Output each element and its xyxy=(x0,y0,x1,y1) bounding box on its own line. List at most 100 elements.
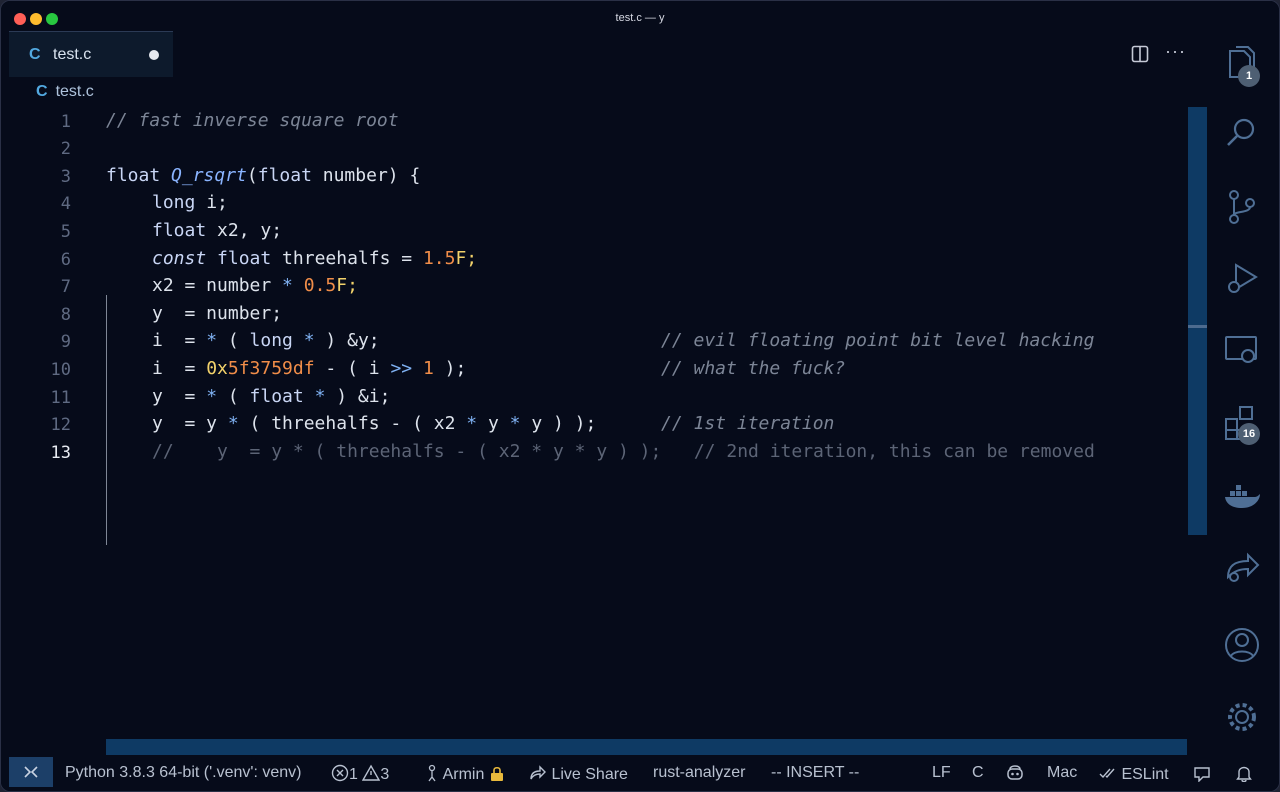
horizontal-scrollbar[interactable] xyxy=(106,739,1187,755)
code-line[interactable]: 4 long i; xyxy=(1,191,1187,218)
code-operator: * xyxy=(206,386,218,407)
code-number: 1.5 xyxy=(422,248,456,269)
end-of-line[interactable]: LF xyxy=(932,764,951,782)
docker-item[interactable] xyxy=(1222,477,1262,517)
title-bar: test.c — y xyxy=(1,1,1279,31)
code-number: 0.5 xyxy=(303,275,337,296)
code-keyword: float xyxy=(257,165,312,186)
docker-icon xyxy=(1225,485,1260,508)
settings-item[interactable] xyxy=(1222,697,1262,737)
code-line[interactable]: 12 y = y * ( threehalfs - ( x2 * y * y )… xyxy=(1,412,1187,439)
code-operator: * xyxy=(314,386,326,407)
line-number: 3 xyxy=(60,167,71,187)
code-keyword: long xyxy=(249,330,293,351)
code-keyword: const xyxy=(152,248,207,269)
code-line[interactable]: 9 i = * ( long * ) &y; // evil floating … xyxy=(1,329,1187,356)
run-debug-icon xyxy=(1228,263,1258,293)
code-line[interactable]: 7 x2 = number * 0.5F; xyxy=(1,274,1187,301)
bell-icon xyxy=(1236,766,1252,783)
line-number: 1 xyxy=(60,112,71,132)
warning-icon xyxy=(362,764,381,781)
remote-indicator-button[interactable] xyxy=(9,757,53,787)
more-actions-icon[interactable]: ··· xyxy=(1165,41,1186,62)
code-line[interactable]: 1 // fast inverse square root xyxy=(1,109,1187,136)
code-line[interactable]: 10 i = 0x5f3759df - ( i >> 1 ); // what … xyxy=(1,357,1187,384)
live-share-icon xyxy=(1226,552,1260,582)
code-operator: * xyxy=(227,413,239,434)
user-indicator[interactable]: Armin xyxy=(425,764,505,784)
live-share-button[interactable]: Live Share xyxy=(529,764,628,784)
code-line[interactable]: 2 xyxy=(1,136,1187,163)
code-line[interactable]: 3 float Q_rsqrt(float number) { xyxy=(1,164,1187,191)
notifications-button[interactable] xyxy=(1235,764,1253,784)
line-number: 8 xyxy=(60,305,71,325)
breadcrumb[interactable]: Ctest.c xyxy=(36,83,94,105)
vertical-scrollbar[interactable] xyxy=(1188,107,1207,535)
account-icon xyxy=(1225,628,1259,662)
eslint-status[interactable]: ESLint xyxy=(1099,764,1169,784)
code-line[interactable]: 11 y = * ( float * ) &i; xyxy=(1,385,1187,412)
breadcrumb-file[interactable]: test.c xyxy=(56,83,94,100)
c-file-icon: C xyxy=(29,46,41,63)
error-icon xyxy=(331,764,349,782)
code-keyword: float xyxy=(249,386,304,407)
code-line[interactable]: 6 const float threehalfs = 1.5F; xyxy=(1,247,1187,274)
python-interpreter[interactable]: Python 3.8.3 64-bit ('.venv': venv) xyxy=(65,764,301,782)
split-editor-icon[interactable] xyxy=(1131,45,1149,63)
code-text: x2, y; xyxy=(206,220,283,241)
code-line[interactable]: 5 float x2, y; xyxy=(1,219,1187,246)
lock-icon xyxy=(490,766,503,781)
extensions-badge: 16 xyxy=(1238,423,1260,445)
code-text: ); xyxy=(433,358,467,379)
user-name: Armin xyxy=(442,766,485,783)
line-number: 6 xyxy=(60,250,71,270)
account-item[interactable] xyxy=(1222,625,1262,665)
remote-explorer-item[interactable] xyxy=(1222,331,1262,371)
line-number: 7 xyxy=(60,277,71,297)
person-icon xyxy=(428,764,436,782)
copilot-icon xyxy=(1007,765,1023,780)
code-operator: * xyxy=(206,330,218,351)
code-text: y xyxy=(477,413,510,434)
code-operator: * xyxy=(509,413,521,434)
warning-count: 3 xyxy=(380,766,390,783)
activity-bar: 1 16 xyxy=(1208,31,1279,757)
feedback-button[interactable] xyxy=(1193,764,1211,784)
code-editor[interactable]: 1 // fast inverse square root 2 3 float … xyxy=(1,107,1187,739)
code-text: i; xyxy=(195,192,228,213)
code-text: ( xyxy=(246,165,258,186)
code-comment: // what the fuck? xyxy=(661,358,846,379)
eslint-label: ESLint xyxy=(1121,766,1169,783)
line-number: 12 xyxy=(50,415,71,435)
code-text: ) &i; xyxy=(325,386,391,407)
code-text: y = number; xyxy=(152,303,283,324)
unsaved-dot-icon[interactable] xyxy=(149,50,159,60)
error-count: 1 xyxy=(349,766,358,783)
rust-analyzer-status[interactable]: rust-analyzer xyxy=(653,764,745,782)
problems-indicator[interactable]: 1 3 xyxy=(331,764,389,784)
copilot-button[interactable] xyxy=(1005,764,1025,784)
code-keyword: long xyxy=(152,192,196,213)
c-file-icon: C xyxy=(36,83,48,100)
code-text: y = y xyxy=(152,413,228,434)
tab-test-c[interactable]: C test.c xyxy=(9,31,173,77)
explorer-item[interactable]: 1 xyxy=(1222,43,1262,87)
language-mode[interactable]: C xyxy=(972,764,984,782)
search-item[interactable] xyxy=(1222,113,1262,153)
source-control-item[interactable] xyxy=(1222,187,1262,227)
live-share-label: Live Share xyxy=(551,766,628,783)
code-text: ) &y; xyxy=(314,330,380,351)
extensions-item[interactable]: 16 xyxy=(1222,403,1262,445)
line-number: 5 xyxy=(60,222,71,242)
vim-mode: -- INSERT -- xyxy=(771,764,860,781)
code-ghost-text: // y = y * ( threehalfs - ( x2 * y * y )… xyxy=(152,441,1095,462)
settings-gear-icon xyxy=(1228,703,1256,731)
code-line-active[interactable]: 13 // y = y * ( threehalfs - ( x2 * y * … xyxy=(1,440,1187,467)
code-line[interactable]: 8 y = number; xyxy=(1,302,1187,329)
code-text: - ( i xyxy=(314,358,391,379)
run-debug-item[interactable] xyxy=(1222,259,1262,299)
live-share-item[interactable] xyxy=(1222,547,1262,587)
line-number: 4 xyxy=(60,194,71,214)
platform-indicator[interactable]: Mac xyxy=(1047,764,1077,782)
